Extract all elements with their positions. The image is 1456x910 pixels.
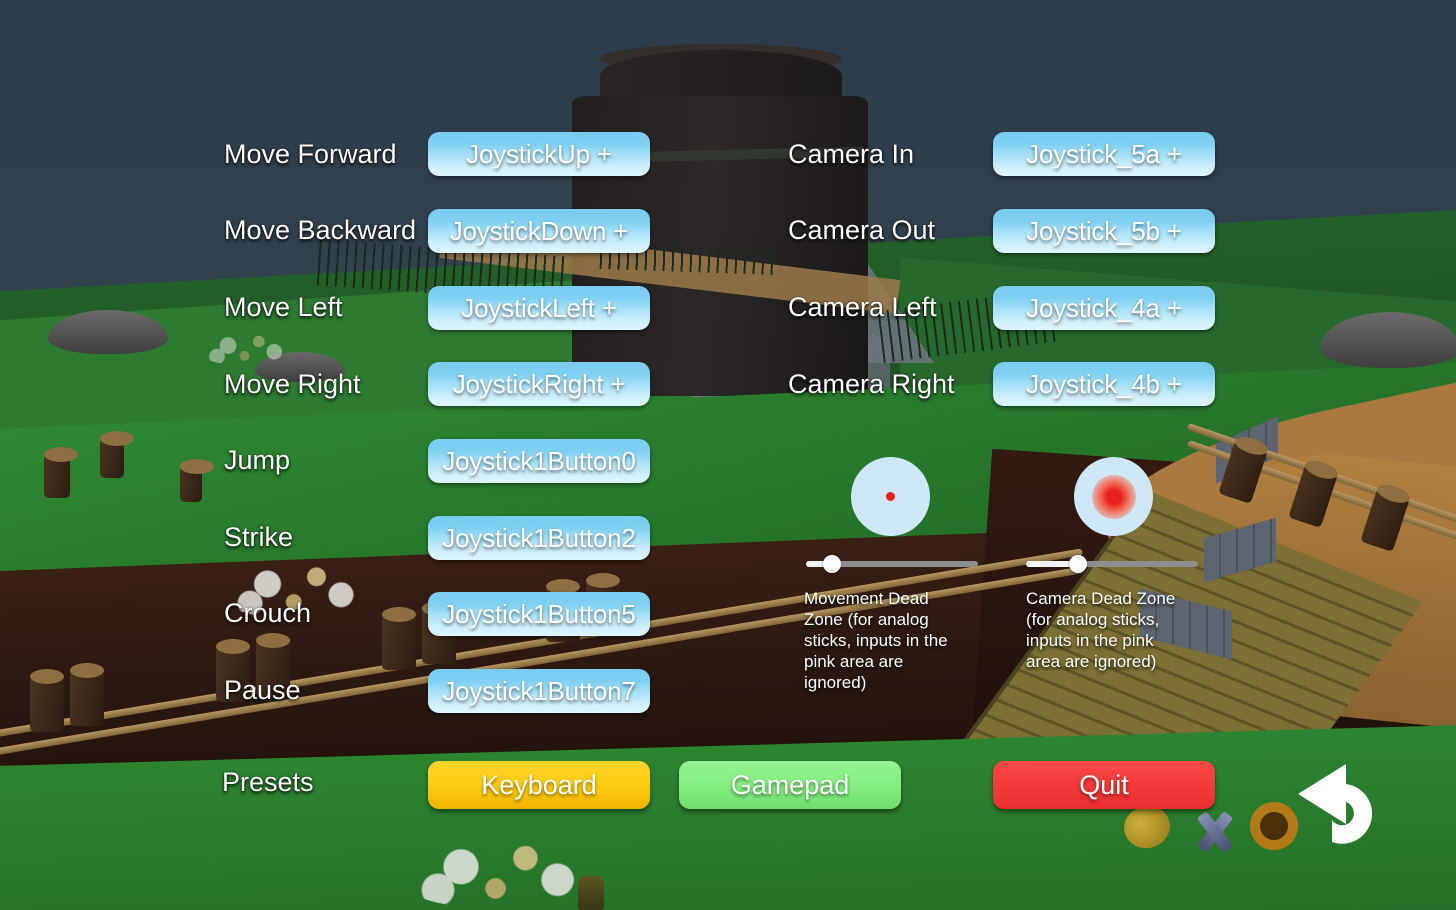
camera-deadzone-caption: Camera Dead Zone (for analog sticks, inp… — [1026, 589, 1176, 671]
camera-deadzone-dot — [1091, 474, 1136, 519]
preset-keyboard-button[interactable]: Keyboard — [428, 761, 650, 809]
binding-button-crouch[interactable]: Joystick1Button5 — [428, 592, 650, 636]
slider-track — [1077, 561, 1198, 567]
preset-gamepad-button[interactable]: Gamepad — [679, 761, 901, 809]
binding-label-move-backward: Move Backward — [224, 215, 417, 245]
binding-label-crouch: Crouch — [224, 598, 312, 628]
slider-handle[interactable] — [1068, 555, 1087, 573]
presets-label: Presets — [222, 767, 314, 797]
binding-label-camera-left: Camera Left — [788, 292, 937, 322]
binding-button-camera-right[interactable]: Joystick_4b + — [993, 362, 1215, 406]
back-button[interactable] — [1288, 742, 1416, 862]
slider-handle[interactable] — [822, 555, 841, 573]
binding-button-camera-out[interactable]: Joystick_5b + — [993, 209, 1215, 253]
binding-label-strike: Strike — [224, 522, 294, 552]
binding-button-strike[interactable]: Joystick1Button2 — [428, 516, 650, 560]
binding-label-move-forward: Move Forward — [224, 139, 397, 169]
binding-button-move-backward[interactable]: JoystickDown + — [428, 209, 650, 253]
movement-deadzone-slider[interactable] — [806, 555, 978, 573]
binding-button-move-forward[interactable]: JoystickUp + — [428, 132, 650, 176]
movement-deadzone-caption: Movement Dead Zone (for analog sticks, i… — [804, 589, 948, 692]
quit-button[interactable]: Quit — [993, 761, 1215, 809]
slider-track — [831, 561, 978, 567]
binding-button-pause[interactable]: Joystick1Button7 — [428, 669, 650, 713]
camera-deadzone-preview[interactable] — [1074, 457, 1153, 536]
binding-button-camera-left[interactable]: Joystick_4a + — [993, 286, 1215, 330]
binding-label-camera-out: Camera Out — [788, 215, 936, 245]
binding-label-pause: Pause — [224, 675, 301, 705]
controls-settings-overlay: Move Forward Move Backward Move Left Mov… — [0, 0, 1456, 910]
binding-button-move-right[interactable]: JoystickRight + — [428, 362, 650, 406]
binding-label-move-right: Move Right — [224, 369, 361, 399]
binding-label-camera-right: Camera Right — [788, 369, 955, 399]
binding-button-camera-in[interactable]: Joystick_5a + — [993, 132, 1215, 176]
binding-button-move-left[interactable]: JoystickLeft + — [428, 286, 650, 330]
back-arrow-icon — [1298, 764, 1373, 844]
movement-deadzone-dot — [886, 492, 895, 501]
binding-label-camera-in: Camera In — [788, 139, 915, 169]
movement-deadzone-preview[interactable] — [851, 457, 930, 536]
camera-deadzone-slider[interactable] — [1026, 555, 1198, 573]
binding-label-jump: Jump — [224, 445, 291, 475]
binding-button-jump[interactable]: Joystick1Button0 — [428, 439, 650, 483]
binding-label-move-left: Move Left — [224, 292, 343, 322]
